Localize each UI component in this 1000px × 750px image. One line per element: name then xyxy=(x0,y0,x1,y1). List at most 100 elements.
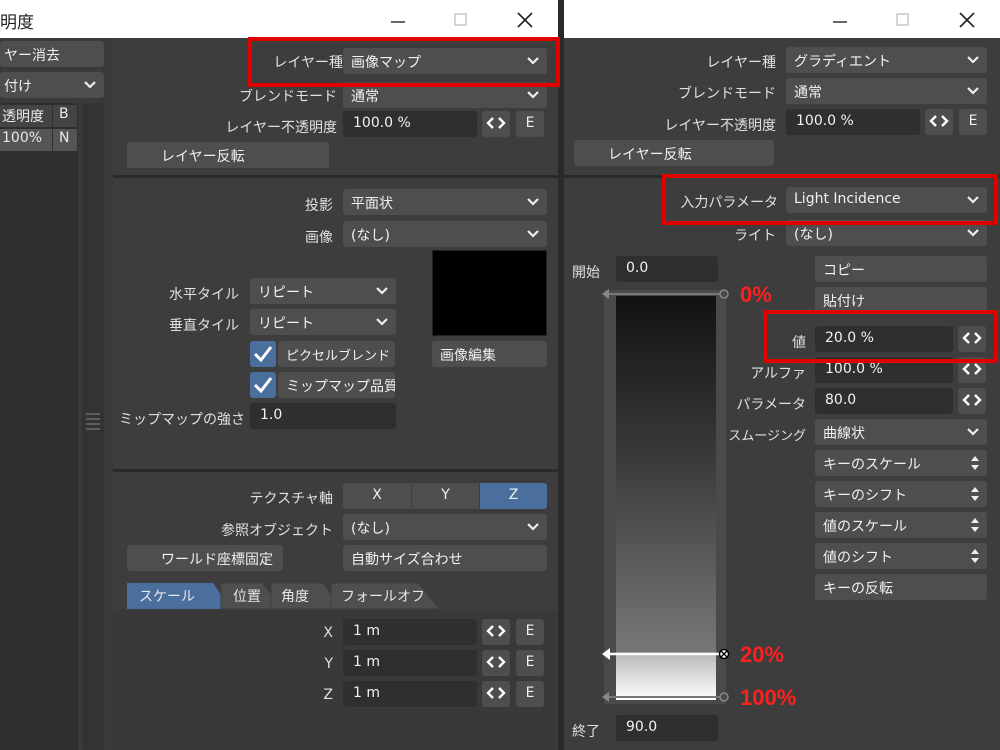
maximize-icon[interactable] xyxy=(888,4,918,34)
mipmap-strength-field[interactable]: 1.0 xyxy=(250,403,396,429)
smoothing-dropdown[interactable]: 曲線状 xyxy=(815,419,987,445)
light-value: (なし) xyxy=(794,227,833,243)
end-label: 終了 xyxy=(572,724,600,740)
highlight-layer-type xyxy=(248,37,560,87)
scale-x-label: X xyxy=(323,625,333,641)
pixel-blend-checkbox[interactable] xyxy=(250,341,276,367)
opacity-label: レイヤー不透明度 xyxy=(225,120,337,136)
start-label: 開始 xyxy=(572,265,600,281)
reference-object-dropdown[interactable]: (なし) xyxy=(343,514,547,540)
tab-falloff[interactable]: フォールオフ xyxy=(341,582,425,608)
tab-rotation[interactable]: 角度 xyxy=(281,582,309,608)
edit-image-button[interactable]: 画像編集 xyxy=(432,341,547,367)
left-title-bar: 明度 xyxy=(0,0,558,38)
opacity-field[interactable]: 100.0 % xyxy=(343,111,477,137)
parameter-label: パラメータ xyxy=(736,397,806,413)
blend-mode-label: ブレンドモード xyxy=(678,86,776,102)
list-header-b: B xyxy=(53,105,77,127)
image-preview xyxy=(432,250,547,336)
mipmap-quality-checkbox[interactable] xyxy=(250,372,276,398)
annotation-100-percent: 100% xyxy=(740,685,797,710)
scale-z-field[interactable]: 1 m xyxy=(343,681,477,707)
reference-object-label: 参照オブジェクト xyxy=(221,523,333,539)
envelope-button[interactable] xyxy=(925,109,953,135)
mipmap-strength-label: ミップマップの強さ xyxy=(119,412,245,428)
end-field[interactable]: 90.0 xyxy=(616,715,718,741)
gradient-key-20[interactable] xyxy=(600,646,730,662)
gradient-key-100[interactable] xyxy=(600,689,730,705)
opacity-field[interactable]: 100.0 % xyxy=(786,109,920,135)
layer-invert-button[interactable]: レイヤー反転 xyxy=(127,142,329,168)
envelope-button[interactable] xyxy=(482,619,510,645)
smoothing-label: スムージング xyxy=(728,429,806,444)
world-coords-button[interactable]: ワールド座標固定 xyxy=(127,545,283,571)
maximize-icon[interactable] xyxy=(446,4,476,34)
minimize-icon[interactable] xyxy=(825,4,855,34)
value-shift-button[interactable]: 値のシフト xyxy=(815,543,987,569)
gradient-key-0[interactable] xyxy=(600,286,730,302)
scale-x-field[interactable]: 1 m xyxy=(343,619,477,645)
layer-type-dropdown[interactable]: グラディエント xyxy=(786,47,987,73)
projection-label: 投影 xyxy=(305,198,333,214)
horizontal-tile-dropdown[interactable]: リピート xyxy=(250,278,396,304)
scale-y-field[interactable]: 1 m xyxy=(343,650,477,676)
list-row-b[interactable]: N xyxy=(53,129,77,151)
diamond-arrows-icon xyxy=(486,625,506,637)
key-scale-button[interactable]: キーのスケール xyxy=(815,450,987,476)
minimize-icon[interactable] xyxy=(383,4,413,34)
envelope-button[interactable] xyxy=(482,681,510,707)
expression-e-button[interactable]: E xyxy=(516,681,544,707)
envelope-button[interactable] xyxy=(482,111,510,137)
spin-arrows-icon xyxy=(971,456,979,470)
chevron-down-icon xyxy=(527,230,539,238)
axis-x-button[interactable]: X xyxy=(343,483,411,509)
diamond-arrows-icon xyxy=(962,363,982,375)
texture-axis-label: テクスチャ軸 xyxy=(249,491,333,507)
image-dropdown[interactable]: (なし) xyxy=(343,221,547,247)
diamond-arrows-icon xyxy=(486,656,506,668)
highlight-value xyxy=(763,310,998,363)
axis-z-button[interactable]: Z xyxy=(480,483,547,509)
axis-y-button[interactable]: Y xyxy=(412,483,479,509)
layer-invert-button[interactable]: レイヤー反転 xyxy=(574,140,774,166)
chevron-down-icon xyxy=(84,81,96,89)
panel-splitter[interactable] xyxy=(82,103,104,750)
separator xyxy=(113,175,558,178)
smoothing-value: 曲線状 xyxy=(823,426,865,442)
parameter-field[interactable]: 80.0 xyxy=(815,388,953,414)
highlight-input-parameter xyxy=(662,174,998,225)
close-icon[interactable] xyxy=(510,4,540,34)
key-invert-button[interactable]: キーの反転 xyxy=(815,574,987,600)
envelope-button[interactable] xyxy=(482,650,510,676)
tab-scale[interactable]: スケール xyxy=(139,582,195,608)
list-header-opacity: 透明度 xyxy=(0,105,52,127)
list-row-opacity[interactable]: 100% xyxy=(0,129,52,151)
pixel-blend-label[interactable]: ピクセルブレンド xyxy=(278,341,395,367)
value-scale-button[interactable]: 値のスケール xyxy=(815,512,987,538)
expression-e-button[interactable]: E xyxy=(516,650,544,676)
blend-mode-value: 通常 xyxy=(794,85,822,101)
close-icon[interactable] xyxy=(952,4,982,34)
auto-size-button[interactable]: 自動サイズ合わせ xyxy=(343,545,547,571)
layer-filter-dropdown[interactable]: 付け xyxy=(0,72,104,98)
chevron-down-icon xyxy=(527,523,539,531)
projection-dropdown[interactable]: 平面状 xyxy=(343,189,547,215)
horizontal-tile-value: リピート xyxy=(258,285,314,301)
expression-e-button[interactable]: E xyxy=(516,619,544,645)
vertical-tile-dropdown[interactable]: リピート xyxy=(250,309,396,335)
expression-e-button[interactable]: E xyxy=(516,111,544,137)
copy-button[interactable]: コピー xyxy=(815,256,987,282)
blend-mode-dropdown[interactable]: 通常 xyxy=(786,78,987,104)
separator xyxy=(113,469,558,472)
envelope-button[interactable] xyxy=(958,388,986,414)
key-shift-button[interactable]: キーのシフト xyxy=(815,481,987,507)
tab-position[interactable]: 位置 xyxy=(233,582,261,608)
opacity-label: レイヤー不透明度 xyxy=(664,118,776,134)
expression-e-button[interactable]: E xyxy=(959,109,987,135)
clear-layer-button[interactable]: ヤー消去 xyxy=(0,41,104,67)
chevron-down-icon xyxy=(967,428,979,436)
annotation-20-percent: 20% xyxy=(740,642,785,667)
start-field[interactable]: 0.0 xyxy=(616,256,718,282)
diamond-arrows-icon xyxy=(486,117,506,129)
mipmap-quality-label[interactable]: ミップマップ品質 xyxy=(278,372,395,398)
